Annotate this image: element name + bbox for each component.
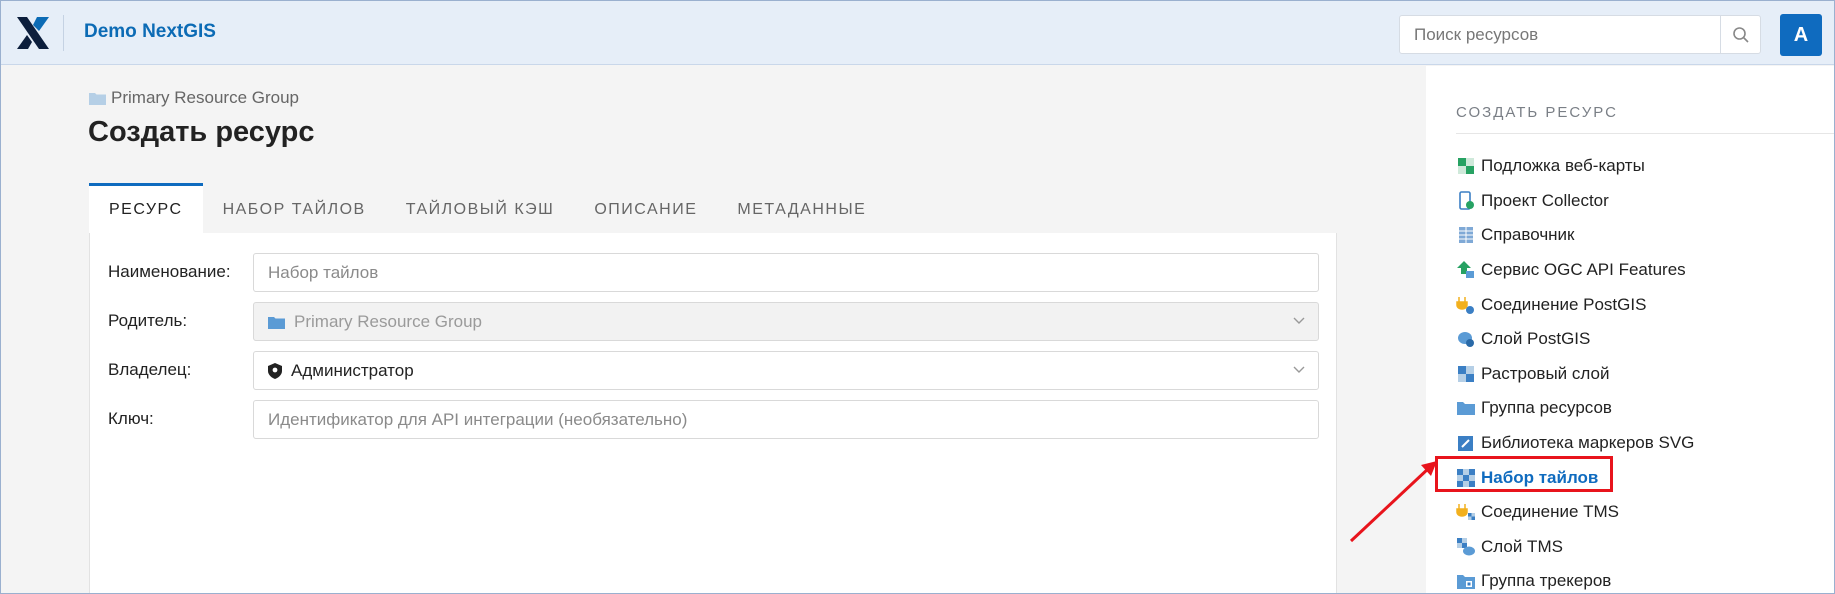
top-header: Demo NextGIS A (1, 1, 1834, 65)
tab-bar: РЕСУРС НАБОР ТАЙЛОВ ТАЙЛОВЫЙ КЭШ ОПИСАНИ… (89, 183, 886, 233)
highlight-box (1435, 456, 1613, 492)
form-row-key: Ключ: Идентификатор для API интеграции (… (108, 400, 1326, 439)
sidebar-item-postgis-layer[interactable]: Слой PostGIS (1456, 322, 1694, 357)
raster-layer-icon (1456, 364, 1476, 384)
owner-label: Владелец: (108, 360, 192, 379)
sidebar-item-label: Слой PostGIS (1481, 329, 1591, 349)
sidebar-divider (1456, 133, 1834, 134)
tms-connection-icon (1456, 502, 1476, 522)
tracker-group-icon (1456, 571, 1476, 591)
parent-value: Primary Resource Group (294, 311, 483, 331)
sidebar-item-label: Растровый слой (1481, 363, 1610, 383)
search-input[interactable] (1400, 16, 1720, 53)
app-window: Demo NextGIS A Primary Resource Group Со… (0, 0, 1835, 594)
user-avatar-button[interactable]: A (1780, 14, 1822, 56)
ogcf-service-icon (1456, 260, 1476, 280)
folder-icon (1456, 398, 1476, 418)
sidebar-item-label: Группа трекеров (1481, 571, 1612, 591)
main-content: Primary Resource Group Создать ресурс РЕ… (1, 66, 1426, 593)
breadcrumb[interactable]: Primary Resource Group (89, 88, 299, 108)
sidebar-title: СОЗДАТЬ РЕСУРС (1456, 104, 1618, 121)
breadcrumb-label[interactable]: Primary Resource Group (111, 88, 299, 108)
tab-tile-cache[interactable]: ТАЙЛОВЫЙ КЭШ (386, 183, 575, 233)
chevron-down-icon (1293, 366, 1305, 373)
sidebar-item-tms-layer[interactable]: Слой TMS (1456, 530, 1694, 565)
resource-type-list: Подложка веб-карты Проект Collector Спра… (1456, 149, 1695, 593)
key-input[interactable]: Идентификатор для API интеграции (необяз… (253, 400, 1319, 439)
tms-layer-icon (1456, 537, 1476, 557)
name-placeholder: Набор тайлов (268, 262, 379, 282)
sidebar-item-ogcf-service[interactable]: Сервис OGC API Features (1456, 253, 1694, 288)
app-title-link[interactable]: Demo NextGIS (84, 21, 216, 43)
tab-description[interactable]: ОПИСАНИЕ (574, 183, 717, 233)
search-icon (1732, 26, 1749, 43)
sidebar-item-label: Проект Collector (1481, 190, 1609, 210)
collector-icon (1456, 191, 1476, 211)
sidebar-item-label: Группа ресурсов (1481, 398, 1612, 418)
sidebar-item-basemap[interactable]: Подложка веб-карты (1456, 149, 1694, 184)
svg-marker-library-icon (1456, 433, 1476, 453)
name-label: Наименование: (108, 262, 231, 281)
sidebar-item-lookup-table[interactable]: Справочник (1456, 218, 1694, 253)
resource-form: Наименование: Набор тайлов Родитель: Pri… (89, 233, 1337, 593)
folder-icon (89, 93, 106, 105)
tab-resource[interactable]: РЕСУРС (89, 183, 203, 233)
sidebar-item-label: Соединение TMS (1481, 502, 1620, 522)
chevron-down-icon (1293, 317, 1305, 324)
search-box (1399, 15, 1761, 54)
postgis-layer-icon (1456, 329, 1476, 349)
lookup-table-icon (1456, 225, 1476, 245)
owner-value: Администратор (291, 360, 414, 380)
form-row-parent: Родитель: Primary Resource Group (108, 302, 1326, 341)
form-row-owner: Владелец: Администратор (108, 351, 1326, 390)
sidebar-item-label: Сервис OGC API Features (1481, 260, 1686, 280)
sidebar-item-collector[interactable]: Проект Collector (1456, 184, 1694, 219)
basemap-icon (1456, 156, 1476, 176)
parent-label: Родитель: (108, 311, 188, 330)
key-placeholder: Идентификатор для API интеграции (необяз… (268, 409, 688, 429)
admin-shield-icon (268, 362, 282, 379)
sidebar-item-label: Библиотека маркеров SVG (1481, 433, 1695, 453)
tab-metadata[interactable]: МЕТАДАННЫЕ (717, 183, 886, 233)
search-button[interactable] (1720, 16, 1760, 53)
sidebar-item-tracker-group[interactable]: Группа трекеров (1456, 564, 1694, 593)
create-resource-sidebar: СОЗДАТЬ РЕСУРС Подложка веб-карты Проект… (1426, 66, 1834, 593)
name-input[interactable]: Набор тайлов (253, 253, 1319, 292)
sidebar-item-label: Справочник (1481, 225, 1575, 245)
postgis-connection-icon (1456, 295, 1476, 315)
sidebar-item-label: Подложка веб-карты (1481, 156, 1645, 176)
nextgis-logo-icon[interactable] (15, 13, 51, 53)
sidebar-item-label: Слой TMS (1481, 536, 1563, 556)
sidebar-item-resource-group[interactable]: Группа ресурсов (1456, 391, 1694, 426)
header-divider (63, 15, 64, 51)
key-label: Ключ: (108, 409, 154, 428)
tab-tileset[interactable]: НАБОР ТАЙЛОВ (203, 183, 386, 233)
form-row-name: Наименование: Набор тайлов (108, 253, 1326, 292)
sidebar-item-postgis-connection[interactable]: Соединение PostGIS (1456, 287, 1694, 322)
sidebar-item-tms-connection[interactable]: Соединение TMS (1456, 495, 1694, 530)
owner-select[interactable]: Администратор (253, 351, 1319, 390)
parent-select[interactable]: Primary Resource Group (253, 302, 1319, 341)
annotation-arrow-icon (1349, 461, 1437, 543)
page-title: Создать ресурс (88, 116, 315, 148)
sidebar-item-label: Соединение PostGIS (1481, 294, 1647, 314)
folder-icon (268, 315, 285, 329)
sidebar-item-raster-layer[interactable]: Растровый слой (1456, 357, 1694, 392)
